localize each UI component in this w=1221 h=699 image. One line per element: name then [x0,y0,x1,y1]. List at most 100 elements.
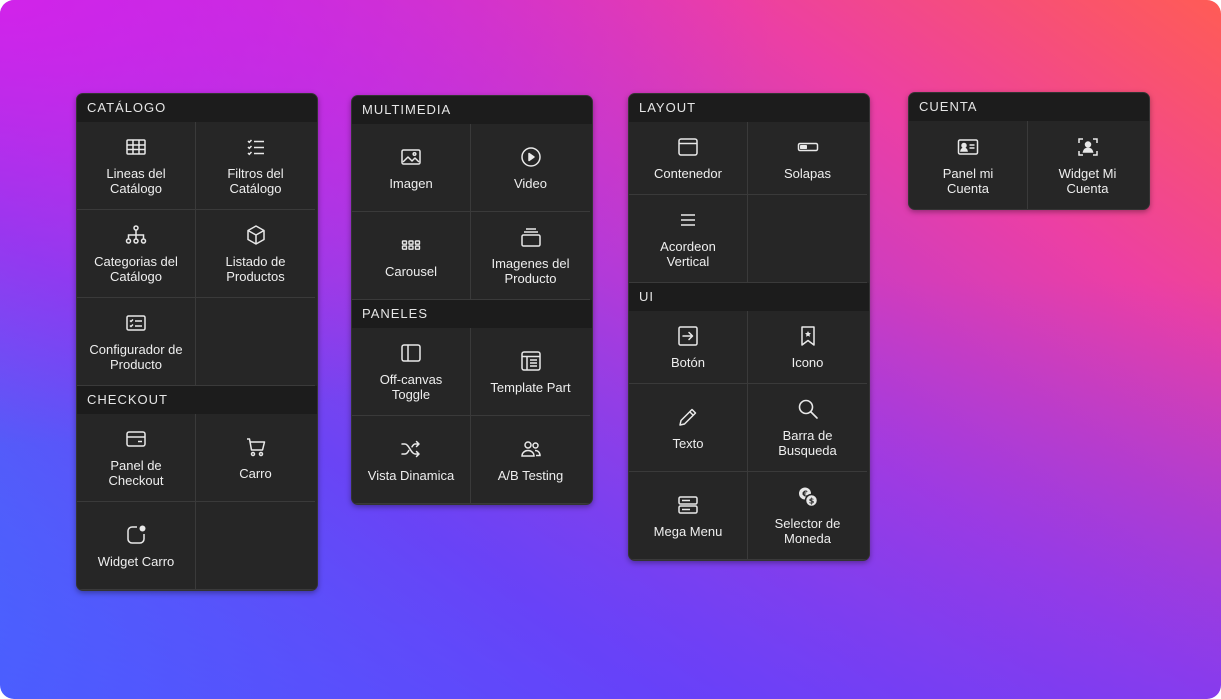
widget-listado-productos[interactable]: Listado de Productos [196,210,315,298]
item-label: Listado de Productos [225,254,286,284]
item-label: Carro [239,465,272,481]
widget-barra-busqueda[interactable]: Barra de Busqueda [748,384,867,472]
widget-configurador-producto[interactable]: Configurador de Producto [77,298,196,386]
widget-widget-carro[interactable]: Widget Carro [77,502,196,590]
widget-acordeon-vertical[interactable]: Acordeon Vertical [629,195,748,283]
background-canvas: CATÁLOGO Lineas del Catálogo Filtros del… [0,0,1221,699]
widget-widget-mi-cuenta[interactable]: Widget Mi Cuenta [1028,121,1147,209]
user-scan-icon [1076,135,1100,159]
login-arrow-icon [676,324,700,348]
widget-contenedor[interactable]: Contenedor [629,122,748,195]
item-label: Widget Carro [97,553,175,569]
search-icon [796,397,820,421]
widget-template-part[interactable]: Template Part [471,328,590,416]
grid-checkout: Panel de Checkout Carro Widget Carro [77,414,317,590]
section-header-cuenta: CUENTA [909,93,1149,121]
grid-layout: Contenedor Solapas Acordeon Vertical [629,122,869,283]
widget-off-canvas-toggle[interactable]: Off-canvas Toggle [352,328,471,416]
item-label: Contenedor [654,166,722,181]
tabs-toggle-icon [796,135,820,159]
play-circle-icon [519,145,543,169]
grid-paneles: Off-canvas Toggle Template Part Vista Di… [352,328,592,504]
widget-categorias-catalogo[interactable]: Categorias del Catálogo [77,210,196,298]
shuffle-icon [399,437,423,461]
pencil-icon [676,405,700,429]
panel-catalogo-checkout: CATÁLOGO Lineas del Catálogo Filtros del… [76,93,318,591]
item-label: Botón [671,355,705,370]
panel-layout-ui: LAYOUT Contenedor Solapas Acordeon Verti… [628,93,870,561]
item-label: Configurador de Producto [89,342,183,372]
item-label: Mega Menu [653,523,723,539]
widget-imagen[interactable]: Imagen [352,124,471,212]
empty-cell [748,195,867,283]
item-label: Video [513,175,547,191]
widget-filtros-catalogo[interactable]: Filtros del Catálogo [196,122,315,210]
section-header-checkout: CHECKOUT [77,386,317,414]
item-label: Off-canvas Toggle [379,372,443,402]
section-header-ui: UI [629,283,869,311]
widget-panel-checkout[interactable]: Panel de Checkout [77,414,196,502]
container-window-icon [676,135,700,159]
grid-multimedia: Imagen Video Carousel Imagenes del Produ… [352,124,592,300]
widget-ab-testing[interactable]: A/B Testing [471,416,590,504]
checklist-icon [244,135,268,159]
section-header-catalogo: CATÁLOGO [77,94,317,122]
item-label: Selector de Moneda [774,516,841,546]
widget-carousel[interactable]: Carousel [352,212,471,300]
widget-boton[interactable]: Botón [629,311,748,384]
item-label: Acordeon Vertical [660,239,716,269]
stacked-layers-icon [519,225,543,249]
svg-text:$: $ [808,497,814,506]
widget-solapas[interactable]: Solapas [748,122,867,195]
notification-badge-icon [124,523,148,547]
sidebar-panel-icon [399,341,423,365]
item-label: A/B Testing [497,467,564,483]
item-label: Texto [672,435,704,451]
empty-cell [196,502,315,590]
item-label: Widget Mi Cuenta [1058,165,1117,196]
grid-ui: Botón Icono Texto Barra de Busqueda Mega… [629,311,869,560]
widget-icono[interactable]: Icono [748,311,867,384]
widget-lineas-catalogo[interactable]: Lineas del Catálogo [77,122,196,210]
widget-imagenes-producto[interactable]: Imagenes del Producto [471,212,590,300]
credit-card-icon [124,427,148,451]
item-label: Vista Dinamica [367,467,455,483]
item-label: Filtros del Catálogo [227,166,284,196]
list-card-icon [124,311,148,335]
widget-vista-dinamica[interactable]: Vista Dinamica [352,416,471,504]
template-layout-icon [519,349,543,373]
grid-catalogo: Lineas del Catálogo Filtros del Catálogo… [77,122,317,386]
shopping-cart-icon [244,435,268,459]
widget-selector-moneda[interactable]: € $ Selector de Moneda [748,472,867,560]
grid-cuenta: Panel mi Cuenta Widget Mi Cuenta [909,121,1149,209]
section-header-layout: LAYOUT [629,94,869,122]
item-label: Carousel [384,263,438,279]
currency-exchange-icon: € $ [796,485,820,509]
sitemap-icon [124,223,148,247]
server-stack-icon [676,493,700,517]
dots-grid-icon [399,233,423,257]
item-label: Barra de Busqueda [778,428,837,458]
image-icon [399,145,423,169]
panel-cuenta: CUENTA Panel mi Cuenta Widget Mi Cuenta [908,92,1150,210]
item-label: Panel de Checkout [108,458,164,488]
widget-texto[interactable]: Texto [629,384,748,472]
section-header-paneles: PANELES [352,300,592,328]
users-icon [519,437,543,461]
item-label: Imagen [389,175,433,191]
menu-lines-icon [676,208,700,232]
widget-panel-mi-cuenta[interactable]: Panel mi Cuenta [909,121,1028,209]
id-card-icon [956,135,980,159]
table-grid-icon [124,135,148,159]
item-label: Lineas del Catálogo [106,166,166,196]
widget-mega-menu[interactable]: Mega Menu [629,472,748,560]
empty-cell [196,298,315,386]
item-label: Imagenes del Producto [491,256,570,286]
section-header-multimedia: MULTIMEDIA [352,96,592,124]
item-label: Icono [791,355,824,370]
widget-carro[interactable]: Carro [196,414,315,502]
panel-multimedia-paneles: MULTIMEDIA Imagen Video Carousel Imagene… [351,95,593,505]
widget-video[interactable]: Video [471,124,590,212]
item-label: Template Part [490,379,571,395]
bookmark-star-icon [796,324,820,348]
